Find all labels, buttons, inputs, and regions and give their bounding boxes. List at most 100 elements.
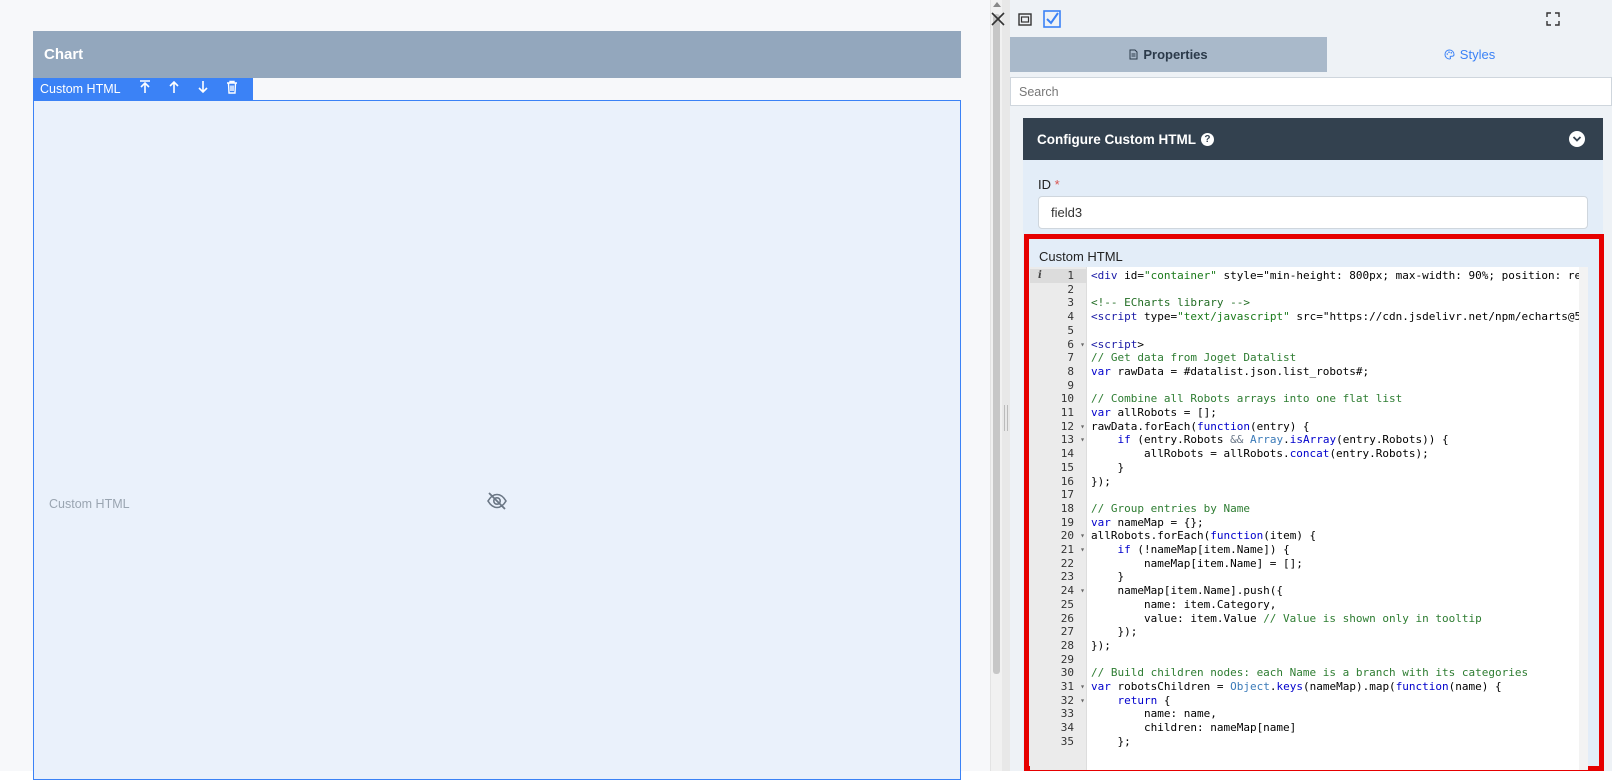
line-number: 17 bbox=[1030, 488, 1087, 502]
code-line[interactable]: <div id="container" style="min-height: 8… bbox=[1091, 269, 1588, 283]
arrow-up-icon bbox=[169, 80, 179, 93]
fold-toggle-icon[interactable]: ▾ bbox=[1080, 338, 1085, 352]
editor-code-area[interactable]: <div id="container" style="min-height: 8… bbox=[1087, 267, 1588, 770]
tab-properties[interactable]: Properties bbox=[1010, 37, 1327, 72]
line-number: 30 bbox=[1030, 666, 1087, 680]
fold-toggle-icon[interactable]: ▾ bbox=[1080, 420, 1085, 434]
code-line[interactable]: // Get data from Joget Datalist bbox=[1091, 351, 1296, 365]
info-icon[interactable]: i bbox=[1038, 269, 1042, 283]
search-input[interactable] bbox=[1011, 78, 1611, 105]
code-line[interactable]: return { bbox=[1091, 694, 1171, 708]
line-number-text: 21 bbox=[1060, 543, 1074, 556]
line-number-text: 19 bbox=[1060, 515, 1074, 529]
code-line[interactable]: var rawData = #datalist.json.list_robots… bbox=[1091, 365, 1369, 379]
canvas-scrollbar-thumb[interactable] bbox=[993, 14, 1000, 674]
window-button[interactable] bbox=[1014, 8, 1036, 30]
line-number-text: 12 bbox=[1060, 419, 1074, 433]
fold-toggle-icon[interactable]: ▾ bbox=[1080, 694, 1085, 708]
line-number-text: 24 bbox=[1060, 584, 1074, 598]
form-canvas: Chart Custom HTML Custom HTML bbox=[0, 0, 990, 780]
code-line[interactable]: nameMap[item.Name].push({ bbox=[1091, 584, 1283, 598]
code-line[interactable]: // Group entries by Name bbox=[1091, 502, 1250, 516]
fullscreen-button[interactable] bbox=[1542, 8, 1564, 30]
close-button[interactable] bbox=[987, 8, 1009, 30]
line-number-text: 28 bbox=[1060, 638, 1074, 652]
move-down-button[interactable] bbox=[189, 78, 218, 100]
config-header[interactable]: Configure Custom HTML ? bbox=[1023, 118, 1603, 160]
checkbox-icon bbox=[1043, 10, 1061, 28]
panel-topbar bbox=[991, 0, 1612, 37]
code-line[interactable]: }); bbox=[1091, 625, 1137, 639]
apply-button[interactable] bbox=[1041, 8, 1063, 30]
line-number-text: 18 bbox=[1060, 501, 1074, 515]
id-label-text: ID bbox=[1038, 177, 1051, 192]
code-line[interactable]: if (entry.Robots && Array.isArray(entry.… bbox=[1091, 433, 1449, 447]
code-line[interactable]: rawData.forEach(function(entry) { bbox=[1091, 420, 1310, 434]
code-line[interactable]: <script type="text/javascript" src="http… bbox=[1091, 310, 1588, 324]
fold-toggle-icon[interactable]: ▾ bbox=[1080, 433, 1085, 447]
line-number-text: 14 bbox=[1060, 447, 1074, 461]
code-line[interactable]: var allRobots = []; bbox=[1091, 406, 1217, 420]
code-line[interactable]: children: nameMap[name] bbox=[1091, 721, 1296, 735]
code-line[interactable]: }); bbox=[1091, 639, 1111, 653]
line-number-text: 20 bbox=[1060, 529, 1074, 543]
section-title: Chart bbox=[33, 31, 961, 78]
fold-toggle-icon[interactable]: ▾ bbox=[1080, 584, 1085, 598]
code-line[interactable]: var robotsChildren = Object.keys(nameMap… bbox=[1091, 680, 1502, 694]
code-line[interactable]: // Build children nodes: each Name is a … bbox=[1091, 666, 1528, 680]
code-line[interactable]: nameMap[item.Name] = []; bbox=[1091, 557, 1303, 571]
line-number-text: 26 bbox=[1060, 611, 1074, 625]
line-number: 16 bbox=[1030, 475, 1087, 489]
code-line[interactable]: <script> bbox=[1091, 338, 1144, 352]
line-number-text: 8 bbox=[1067, 364, 1074, 378]
editor-scrollbar[interactable] bbox=[1579, 267, 1588, 770]
line-number: 21 ▾ bbox=[1030, 543, 1087, 557]
trash-icon bbox=[227, 80, 238, 94]
code-line[interactable]: allRobots.forEach(function(item) { bbox=[1091, 529, 1316, 543]
custom-html-element[interactable]: Custom HTML bbox=[33, 100, 961, 780]
line-number: 19 bbox=[1030, 516, 1087, 530]
collapse-toggle-button[interactable] bbox=[1569, 131, 1585, 147]
code-line[interactable]: var nameMap = {}; bbox=[1091, 516, 1204, 530]
line-number: 33 bbox=[1030, 707, 1087, 721]
line-number: i1 bbox=[1030, 269, 1087, 283]
chart-section[interactable]: Chart Custom HTML Custom HTML bbox=[33, 31, 961, 780]
code-line[interactable]: }; bbox=[1091, 735, 1130, 749]
line-number: 29 bbox=[1030, 653, 1087, 667]
line-number: 34 bbox=[1030, 721, 1087, 735]
question-circle-icon[interactable]: ? bbox=[1200, 132, 1214, 146]
code-line[interactable]: } bbox=[1091, 570, 1124, 584]
delete-button[interactable] bbox=[218, 78, 247, 100]
code-line[interactable]: value: item.Value // Value is shown only… bbox=[1091, 612, 1482, 626]
code-line[interactable]: name: item.Category, bbox=[1091, 598, 1276, 612]
line-number-text: 10 bbox=[1060, 392, 1074, 406]
grip-icon bbox=[1004, 405, 1008, 431]
line-number: 20 ▾ bbox=[1030, 529, 1087, 543]
code-line[interactable]: allRobots = allRobots.concat(entry.Robot… bbox=[1091, 447, 1429, 461]
id-field[interactable] bbox=[1038, 196, 1588, 229]
code-line[interactable]: if (!nameMap[item.Name]) { bbox=[1091, 543, 1290, 557]
canvas-scrollbar[interactable] bbox=[990, 0, 1002, 771]
code-editor[interactable]: i 1 2 3 4 5 6 ▾ 7 8 9 10 11 12 ▾ 13 ▾ 14 15 16 17 18 19 20 ▾ 21 ▾ 2… bbox=[1030, 267, 1588, 770]
editor-gutter: i 1 2 3 4 5 6 ▾ 7 8 9 10 11 12 ▾ 13 ▾ 14 15 16 17 18 19 20 ▾ 21 ▾ 2… bbox=[1030, 267, 1087, 770]
line-number: 11 bbox=[1030, 406, 1087, 420]
code-line[interactable]: name: name, bbox=[1091, 707, 1217, 721]
scroll-up-arrow-icon[interactable] bbox=[993, 2, 1001, 7]
line-number: 12 ▾ bbox=[1030, 420, 1087, 434]
fold-toggle-icon[interactable]: ▾ bbox=[1080, 680, 1085, 694]
line-number: 18 bbox=[1030, 502, 1087, 516]
fold-toggle-icon[interactable]: ▾ bbox=[1080, 529, 1085, 543]
panel-resize-handle[interactable] bbox=[1002, 0, 1010, 771]
move-up-button[interactable] bbox=[160, 78, 189, 100]
code-line[interactable]: // Combine all Robots arrays into one fl… bbox=[1091, 392, 1402, 406]
line-number-text: 25 bbox=[1060, 597, 1074, 611]
tab-styles[interactable]: Styles bbox=[1327, 37, 1612, 72]
line-number: 9 bbox=[1030, 379, 1087, 393]
move-top-button[interactable] bbox=[131, 78, 160, 100]
code-line[interactable]: <!-- ECharts library --> bbox=[1091, 296, 1250, 310]
line-number-text: 2 bbox=[1067, 282, 1074, 296]
chevron-down-icon bbox=[1572, 136, 1582, 142]
code-line[interactable]: }); bbox=[1091, 475, 1111, 489]
fold-toggle-icon[interactable]: ▾ bbox=[1080, 543, 1085, 557]
code-line[interactable]: } bbox=[1091, 461, 1124, 475]
